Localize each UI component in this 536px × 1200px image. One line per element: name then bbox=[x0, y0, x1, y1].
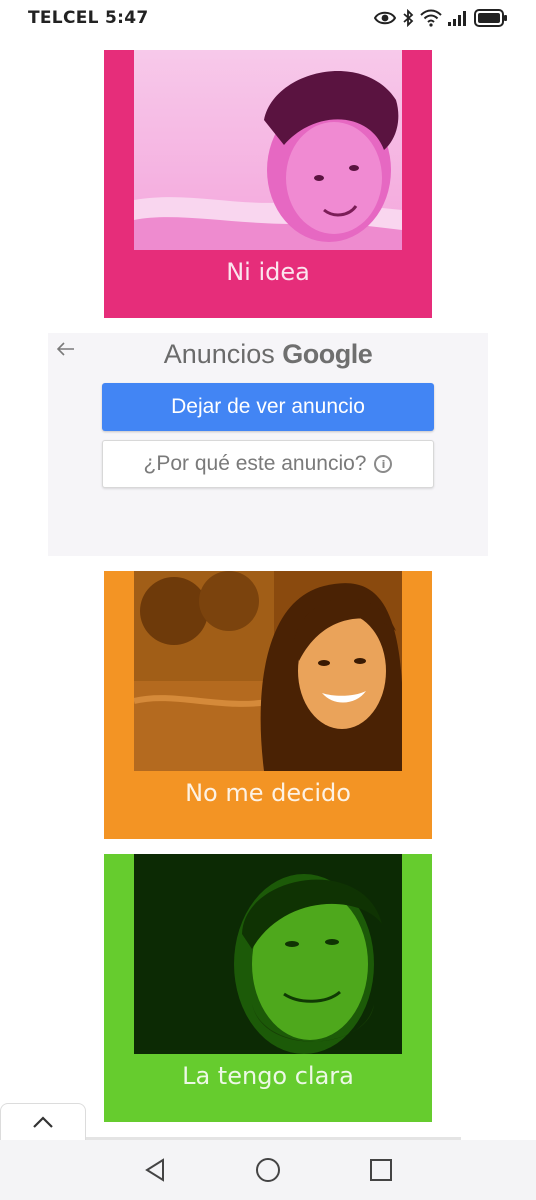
signal-icon bbox=[448, 10, 468, 26]
info-icon: i bbox=[374, 455, 393, 473]
why-this-ad-label: ¿Por qué este anuncio? bbox=[143, 452, 367, 475]
scroll-to-top-button[interactable] bbox=[0, 1103, 86, 1143]
option-card-la-tengo-clara[interactable]: La tengo clara bbox=[104, 854, 432, 1122]
chevron-up-icon bbox=[32, 1114, 54, 1133]
why-this-ad-button[interactable]: ¿Por qué este anuncio? i bbox=[102, 440, 434, 488]
bluetooth-icon bbox=[402, 9, 414, 27]
google-logo: Google bbox=[282, 339, 373, 369]
battery-icon bbox=[474, 9, 508, 27]
back-icon[interactable] bbox=[135, 1150, 175, 1190]
card-caption: Ni idea bbox=[226, 258, 310, 286]
option-card-no-me-decido[interactable]: No me decido bbox=[104, 571, 432, 839]
google-ad-panel: Anuncios Google Dejar de ver anuncio ¿Po… bbox=[48, 333, 488, 556]
system-nav-bar bbox=[0, 1140, 536, 1200]
card-caption: No me decido bbox=[185, 779, 351, 807]
ad-title: Anuncios Google bbox=[48, 339, 488, 370]
ad-title-prefix: Anuncios bbox=[163, 339, 275, 369]
stop-seeing-ad-button[interactable]: Dejar de ver anuncio bbox=[102, 383, 434, 431]
home-icon[interactable] bbox=[248, 1150, 288, 1190]
wifi-icon bbox=[420, 9, 442, 27]
option-card-ni-idea[interactable]: Ni idea bbox=[104, 50, 432, 318]
recents-icon[interactable] bbox=[361, 1150, 401, 1190]
eye-icon bbox=[374, 10, 396, 26]
card-photo bbox=[134, 854, 402, 1054]
stop-seeing-ad-label: Dejar de ver anuncio bbox=[171, 395, 365, 418]
card-photo bbox=[134, 571, 402, 771]
card-photo bbox=[134, 50, 402, 250]
status-icons bbox=[374, 9, 508, 27]
carrier-time: TELCEL 5:47 bbox=[28, 8, 149, 28]
card-caption: La tengo clara bbox=[182, 1062, 354, 1090]
status-bar: TELCEL 5:47 bbox=[0, 0, 536, 36]
